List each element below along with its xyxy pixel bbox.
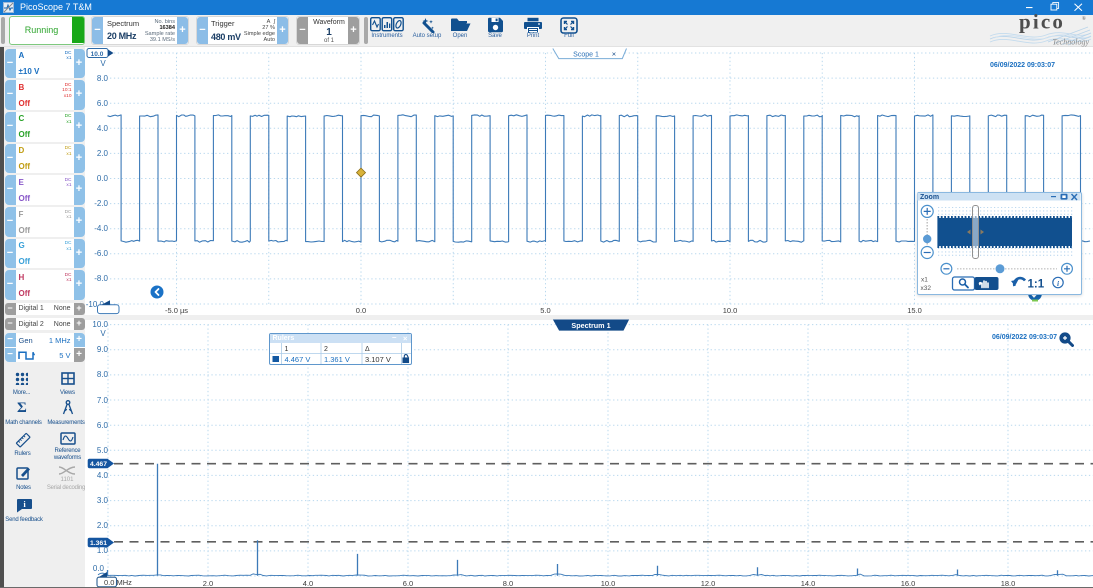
- svg-text:Zoom: Zoom: [920, 194, 939, 201]
- svg-text:x1: x1: [921, 277, 928, 284]
- svg-text:x32: x32: [921, 285, 932, 292]
- svg-text:1:1: 1:1: [1028, 279, 1045, 291]
